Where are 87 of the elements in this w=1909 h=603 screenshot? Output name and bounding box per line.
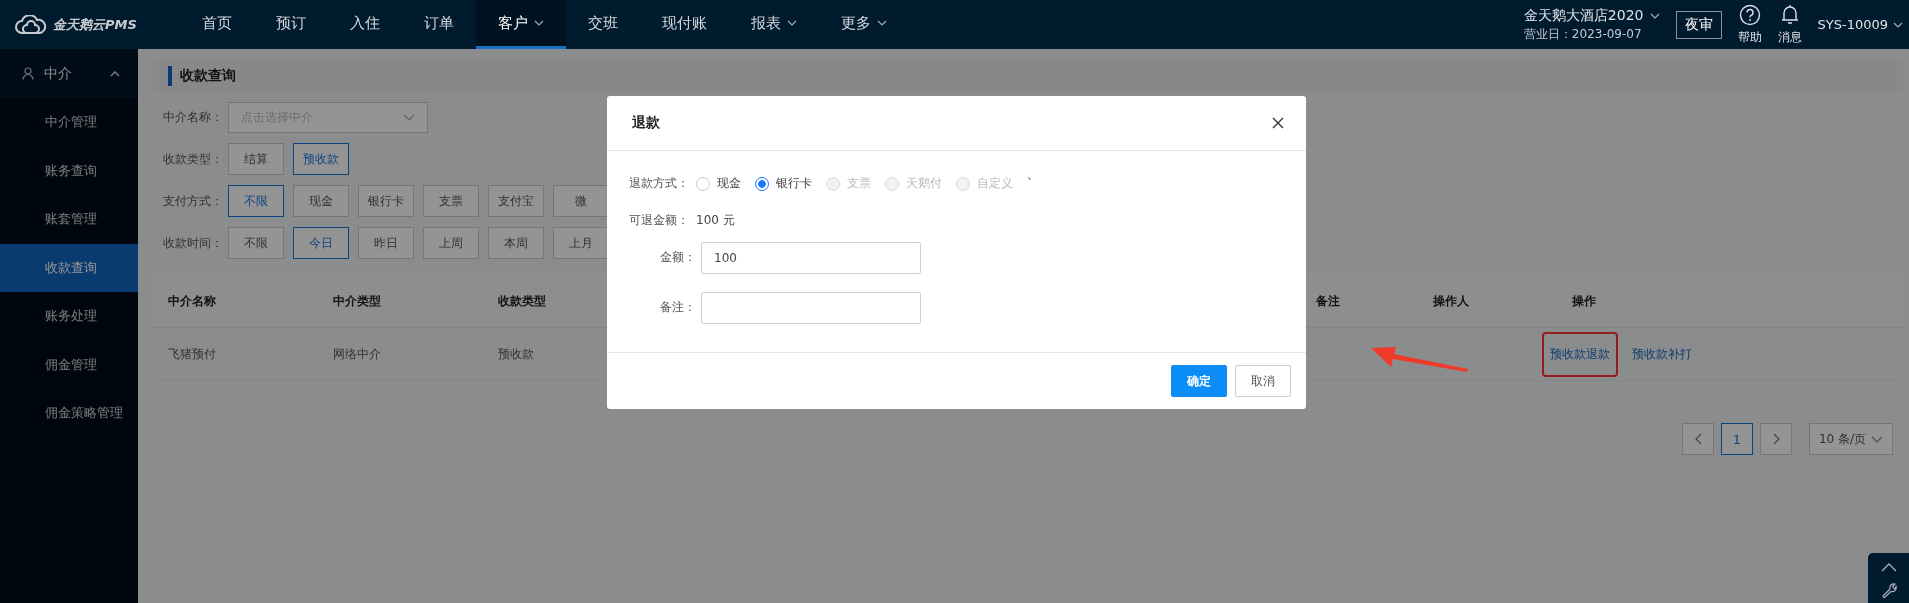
nav-tab[interactable]: 首页 — [180, 0, 254, 49]
nav-tab[interactable]: 更多 — [819, 0, 909, 49]
page-title: 收款查询 — [180, 67, 236, 85]
filter-option[interactable]: 今日 — [293, 227, 349, 259]
filter-label: 收款类型： — [163, 150, 219, 168]
form-label: 可退金额： — [629, 212, 690, 229]
radio-option[interactable]: 现金 — [696, 175, 741, 192]
column-header: 收款类型 — [498, 293, 546, 308]
page-button[interactable]: 1 — [1721, 423, 1753, 455]
confirm-button[interactable]: 确定 — [1171, 365, 1227, 397]
hotel-name[interactable]: 金天鹅大酒店2020 — [1523, 6, 1644, 25]
night-audit-button[interactable]: 夜审 — [1675, 10, 1722, 39]
form-label: 金额： — [659, 249, 696, 266]
column-header: 操作人 — [1433, 293, 1469, 308]
sidebar-item[interactable]: 账务处理 — [0, 292, 138, 341]
messages-label[interactable]: 消息 — [1777, 28, 1802, 46]
filter-option[interactable]: 支票 — [423, 185, 479, 217]
table-cell: 预收款 — [498, 346, 534, 361]
business-date: 营业日：2023-09-07 — [1523, 25, 1643, 43]
filter-option[interactable]: 不限 — [228, 185, 284, 217]
bell-icon[interactable] — [1779, 3, 1800, 26]
filter-label: 中介名称： — [163, 108, 219, 126]
filter-label: 支付方式： — [163, 192, 219, 210]
filter-option[interactable]: 微 — [553, 185, 609, 217]
sidebar-group-label: 中介 — [44, 64, 73, 83]
nav-tab[interactable]: 入住 — [328, 0, 402, 49]
chevron-up-icon[interactable] — [1880, 563, 1897, 572]
sidebar-item[interactable]: 佣金管理 — [0, 340, 138, 389]
sidebar-item[interactable]: 佣金策略管理 — [0, 389, 138, 438]
dialog-title: 退款 — [632, 114, 660, 132]
sidebar-item[interactable]: 收款查询 — [0, 243, 138, 292]
close-icon[interactable] — [1272, 117, 1284, 129]
sidebar-item[interactable]: 中介管理 — [0, 98, 138, 147]
sidebar-item[interactable]: 账务查询 — [0, 146, 138, 195]
nav-tab[interactable]: 现付账 — [640, 0, 729, 49]
cancel-button[interactable]: 取消 — [1235, 365, 1291, 397]
page-size-select[interactable]: 10 条/页 — [1809, 423, 1893, 455]
refundable-amount: 100 元 — [696, 212, 735, 229]
form-label: 退款方式： — [629, 175, 690, 192]
input-field[interactable]: 100 — [701, 241, 921, 274]
filter-option[interactable]: 上周 — [423, 227, 479, 259]
help-icon[interactable] — [1738, 3, 1761, 26]
chevron-left-icon — [1694, 433, 1702, 445]
wrench-icon[interactable] — [1880, 582, 1897, 598]
sidebar-item[interactable]: 账套管理 — [0, 195, 138, 244]
input-field[interactable] — [701, 291, 921, 324]
chevron-down-icon — [1893, 21, 1903, 28]
form-label: 备注： — [659, 299, 696, 316]
column-header: 操作 — [1572, 293, 1596, 308]
column-header: 中介名称 — [168, 293, 216, 308]
filter-option[interactable]: 银行卡 — [358, 185, 414, 217]
chevron-down-icon — [403, 113, 415, 121]
nav-tab[interactable]: 客户 — [476, 0, 566, 49]
nav-tab[interactable]: 报表 — [729, 0, 819, 49]
stray-mark: ` — [1027, 176, 1033, 191]
table-cell: 飞猪预付 — [168, 346, 216, 361]
filter-option[interactable]: 本周 — [488, 227, 544, 259]
nav-tab[interactable]: 交班 — [566, 0, 640, 49]
logo-text: 金天鹅云PMS — [53, 15, 137, 34]
action-link[interactable]: 预收款补打 — [1624, 331, 1700, 377]
filter-option[interactable]: 结算 — [228, 143, 284, 175]
column-header: 中介类型 — [333, 293, 381, 308]
chevron-up-icon — [110, 70, 120, 77]
column-header: 备注 — [1316, 293, 1340, 308]
chevron-down-icon — [1871, 435, 1884, 443]
nav-tab[interactable]: 预订 — [254, 0, 328, 49]
help-label[interactable]: 帮助 — [1737, 28, 1762, 46]
cloud-logo-icon — [14, 14, 48, 35]
chevron-down-icon — [787, 20, 797, 26]
person-icon — [22, 67, 34, 80]
radio-option[interactable]: 银行卡 — [755, 175, 812, 192]
nav-tab[interactable]: 订单 — [402, 0, 476, 49]
sidebar-group[interactable]: 中介 — [0, 49, 138, 98]
action-link[interactable]: 预收款退款 — [1542, 331, 1618, 377]
filter-option[interactable]: 支付宝 — [488, 185, 544, 217]
table-cell: 网络中介 — [333, 346, 381, 361]
filter-option[interactable]: 现金 — [293, 185, 349, 217]
chevron-down-icon — [534, 20, 544, 26]
filter-option[interactable]: 昨日 — [358, 227, 414, 259]
chevron-right-icon — [1772, 433, 1780, 445]
chevron-down-icon — [877, 20, 887, 26]
filter-label: 收款时间： — [163, 234, 219, 252]
filter-option[interactable]: 不限 — [228, 227, 284, 259]
user-name[interactable]: SYS-10009 — [1817, 17, 1888, 32]
filter-option[interactable]: 上月 — [553, 227, 609, 259]
chevron-down-icon — [1649, 12, 1660, 19]
filter-option[interactable]: 预收款 — [293, 143, 349, 175]
